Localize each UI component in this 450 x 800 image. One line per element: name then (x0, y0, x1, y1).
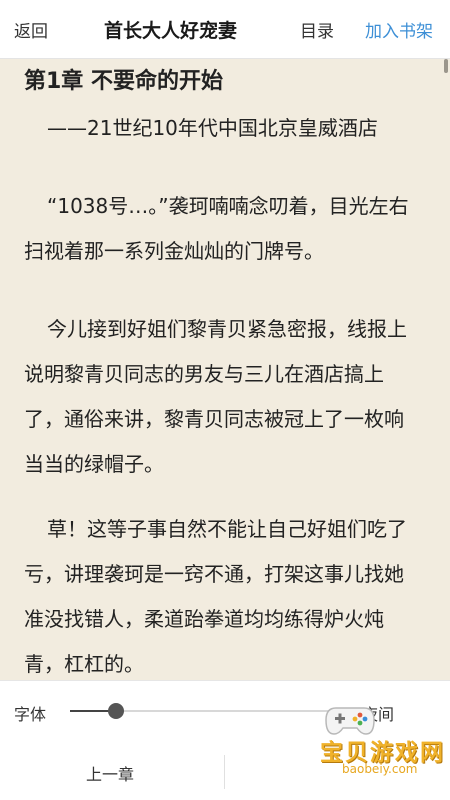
paragraph-4: 草！这等子事自然不能让自己好姐们吃了亏，讲理袭珂是一窍不通，打架这事儿找她准没找… (24, 517, 407, 676)
previous-chapter-button[interactable]: 上一章 (86, 761, 134, 785)
table-of-contents-button[interactable]: 目录 (300, 17, 334, 42)
paragraph-3: 今儿接到好姐们黎青贝紧急密报，线报上说明黎青贝同志的男友与三儿在酒店搞上了，通俗… (24, 317, 407, 476)
top-bar: 返回 首长大人好宠妻 目录 加入书架 (0, 0, 450, 59)
font-size-slider[interactable] (70, 703, 360, 719)
add-to-bookshelf-button[interactable]: 加入书架 (365, 17, 433, 42)
watermark-url: baobeiy.com (342, 762, 418, 776)
paragraph-1: ——21世纪10年代中国北京皇威酒店 (47, 116, 378, 140)
font-size-slider-thumb[interactable] (108, 703, 124, 719)
font-size-label: 字体 (14, 705, 47, 724)
book-title: 首长大人好宠妻 (104, 20, 238, 42)
button-divider (224, 755, 225, 789)
reading-area[interactable]: 第1章 不要命的开始 ——21世纪10年代中国北京皇威酒店 “1038号…。”袭… (0, 59, 450, 680)
scrollbar[interactable] (444, 59, 448, 73)
paragraph-2: “1038号…。”袭珂喃喃念叨着，目光左右扫视着那一系列金灿灿的门牌号。 (24, 194, 409, 263)
reader-screen: 返回 首长大人好宠妻 目录 加入书架 第1章 不要命的开始 ——21世纪10年代… (0, 0, 450, 800)
chapter-title: 第1章 不要命的开始 (24, 69, 223, 94)
back-button[interactable]: 返回 (14, 17, 48, 42)
watermark-logo: 宝贝游戏网 baobeiy.com (320, 700, 446, 792)
